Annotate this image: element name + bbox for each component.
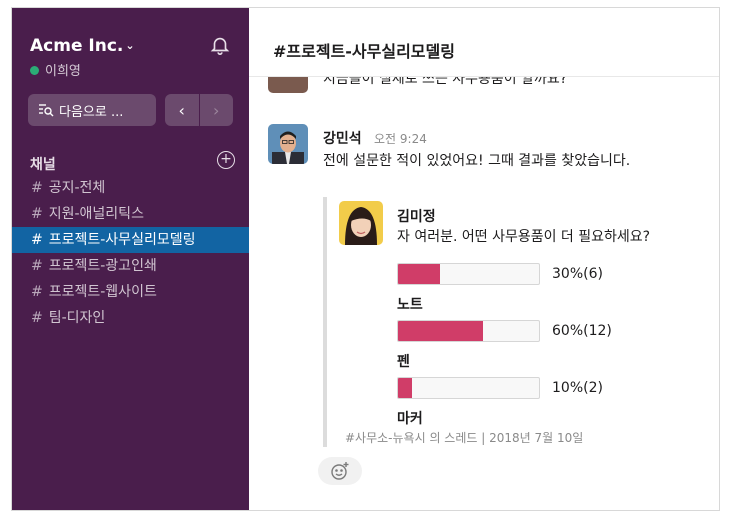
hash-icon: # xyxy=(31,206,43,222)
sidebar-item-channel[interactable]: # 팀-디자인 xyxy=(12,305,249,331)
history-nav: ‹ › xyxy=(165,94,233,126)
search-placeholder: 다음으로 ... xyxy=(59,104,124,120)
sidebar-item-channel[interactable]: # 지원-애널리틱스 xyxy=(12,201,249,227)
avatar[interactable] xyxy=(339,201,383,245)
channels-section-title[interactable]: 채널 xyxy=(30,154,56,174)
jump-to-search[interactable]: 다음으로 ... xyxy=(28,94,156,126)
search-list-icon xyxy=(39,104,54,117)
channel-title[interactable]: #프로젝트-사무실리모델링 xyxy=(273,38,455,62)
message-text: 전에 설문한 적이 있었어요! 그때 결과를 찾았습니다. xyxy=(323,153,631,169)
avatar[interactable] xyxy=(268,124,308,164)
add-channel-icon[interactable]: + xyxy=(217,151,235,169)
sidebar-item-channel[interactable]: # 프로젝트-광고인쇄 xyxy=(12,253,249,279)
message-pane: #프로젝트-사무실리모델링 지금들이 실제로 쓰는 사무용품이 알까요? 강민석… xyxy=(249,8,719,510)
forward-arrow-icon[interactable]: › xyxy=(200,94,234,126)
poll-option-label: 노트 xyxy=(397,297,423,313)
bell-icon[interactable] xyxy=(209,34,231,56)
app-window: Acme Inc. ⌄ 이희영 다음으로 ... ‹ › 채널 + # 공지-전체 … xyxy=(11,7,720,511)
user-status[interactable]: 이희영 xyxy=(30,60,81,79)
hash-icon: # xyxy=(31,180,43,196)
poll-bar xyxy=(397,263,540,285)
poll-bar xyxy=(397,320,540,342)
poll-option: 10%(2) xyxy=(397,377,637,401)
avatar[interactable] xyxy=(268,77,308,93)
hash-icon: # xyxy=(31,258,43,274)
hash-icon: # xyxy=(31,310,43,326)
sidebar-item-channel[interactable]: # 공지-전체 xyxy=(12,175,249,201)
workspace-switcher[interactable]: Acme Inc. ⌄ xyxy=(30,36,135,56)
user-name: 이희영 xyxy=(45,64,81,79)
channel-list: # 공지-전체 # 지원-애널리틱스 # 프로젝트-사무실리모델링 # 프로젝트-광고인… xyxy=(12,175,249,331)
thread-footer[interactable]: #사무소-뉴욕시 의 스레드 | 2018년 7월 10일 xyxy=(345,429,583,446)
quoted-text: 자 여러분. 어떤 사무용품이 더 필요하세요? xyxy=(397,229,651,245)
quoted-author[interactable]: 김미정 xyxy=(397,206,436,226)
message-text: 지금들이 실제로 쓰는 사무용품이 알까요? xyxy=(323,77,568,87)
hash-icon: # xyxy=(31,232,43,248)
chevron-down-icon: ⌄ xyxy=(125,39,135,52)
poll-option-label: 마커 xyxy=(397,411,423,427)
poll-bar-fill xyxy=(398,264,441,284)
hash-icon: # xyxy=(31,284,43,300)
poll-option: 60%(12) xyxy=(397,320,637,344)
message-author[interactable]: 강민석 xyxy=(323,128,362,148)
back-arrow-icon[interactable]: ‹ xyxy=(165,94,200,126)
emoji-add-icon xyxy=(331,462,349,480)
poll-option: 30%(6) xyxy=(397,263,637,287)
poll-bar xyxy=(397,377,540,399)
sidebar-item-channel-active[interactable]: # 프로젝트-사무실리모델링 xyxy=(12,227,249,253)
sidebar-item-channel[interactable]: # 프로젝트-웹사이트 xyxy=(12,279,249,305)
poll-bar-fill xyxy=(398,378,413,398)
poll-option-label: 펜 xyxy=(397,354,410,370)
poll-percentage: 10%(2) xyxy=(552,380,603,396)
add-reaction-button[interactable] xyxy=(318,457,362,485)
presence-dot xyxy=(30,66,39,75)
poll-percentage: 30%(6) xyxy=(552,266,603,282)
poll-percentage: 60%(12) xyxy=(552,323,612,339)
message-timestamp[interactable]: 오전 9:24 xyxy=(374,130,427,147)
poll-bar-fill xyxy=(398,321,483,341)
workspace-name: Acme Inc. xyxy=(30,36,124,56)
previous-message-clipped: 지금들이 실제로 쓰는 사무용품이 알까요? xyxy=(268,77,708,97)
quoted-message: 김미정 자 여러분. 어떤 사무용품이 더 필요하세요? 30%(6) 노트 6… xyxy=(323,197,650,447)
sidebar: Acme Inc. ⌄ 이희영 다음으로 ... ‹ › 채널 + # 공지-전체 … xyxy=(12,8,249,510)
